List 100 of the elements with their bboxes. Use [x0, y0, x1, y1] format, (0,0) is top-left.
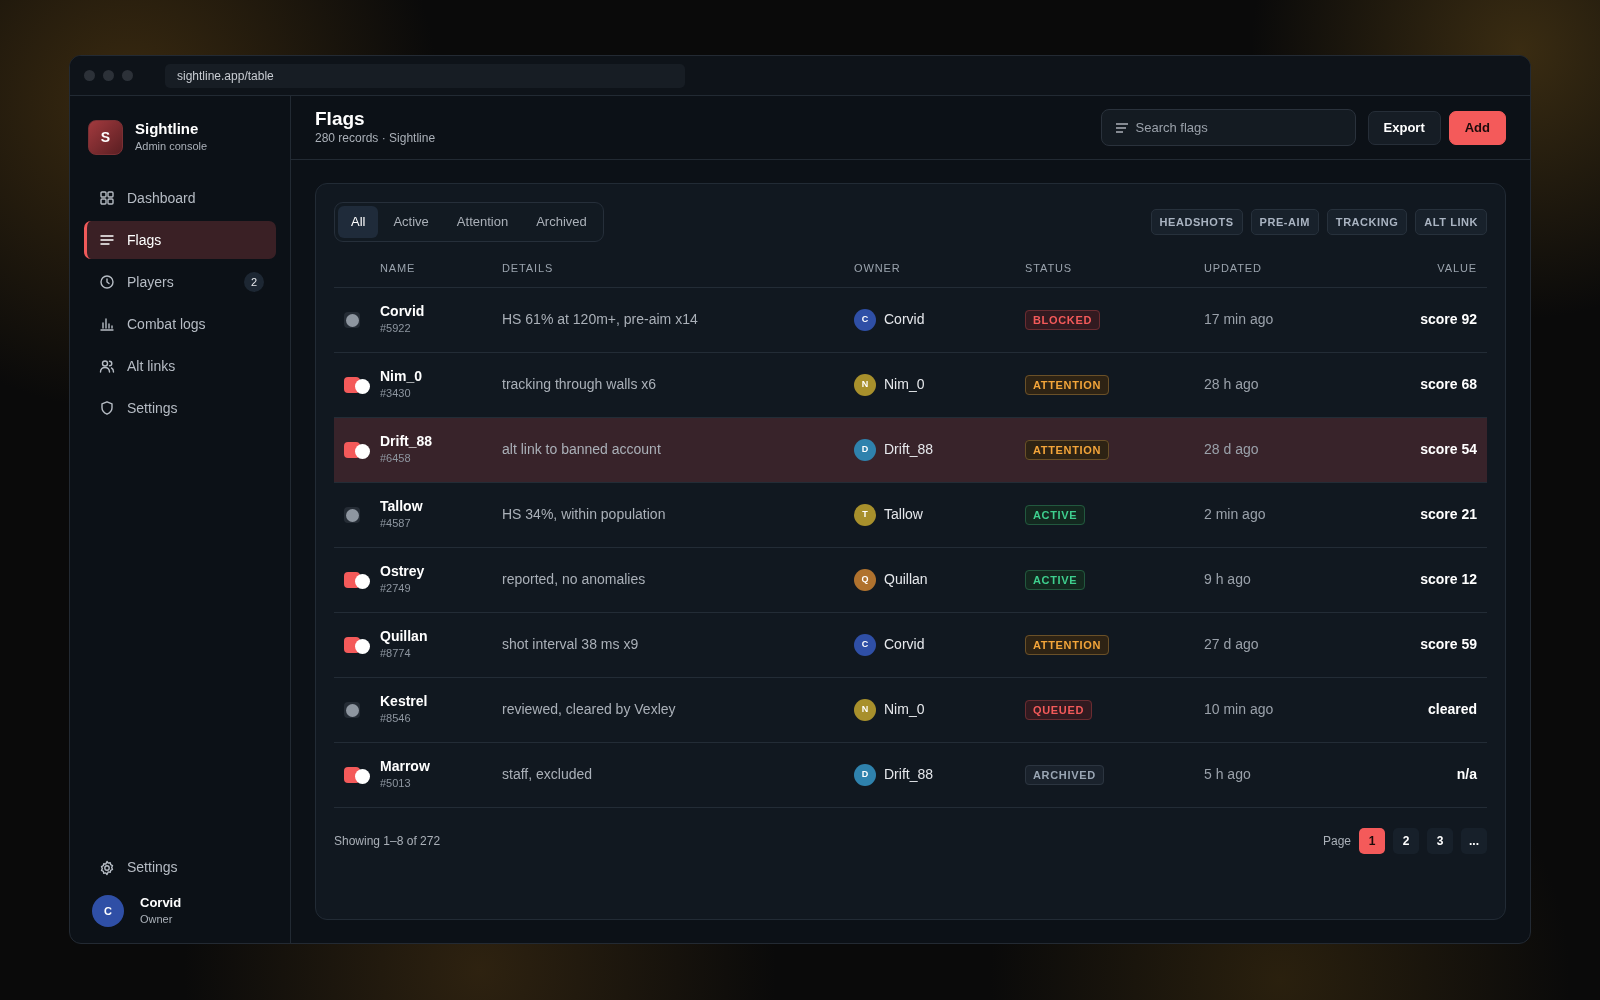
player-name: Tallow — [380, 497, 424, 515]
filter-tag[interactable]: HEADSHOTS — [1150, 208, 1243, 235]
flag-details: reviewed, cleared by Vexley — [502, 701, 676, 717]
flag-details: HS 34%, within population — [502, 506, 666, 522]
owner-avatar: C — [854, 633, 876, 656]
nav-item[interactable]: Settings — [84, 389, 276, 427]
brand-name: Sightline — [135, 120, 200, 139]
bar-chart-icon — [99, 316, 115, 332]
flag-details: alt link to banned account — [502, 441, 661, 457]
value-text: score 68 — [1420, 376, 1477, 392]
toggle-switch[interactable] — [344, 375, 370, 394]
owner-avatar: D — [854, 438, 876, 461]
value-text: n/a — [1456, 766, 1477, 782]
player-id: #8546 — [380, 711, 412, 726]
flag-details: tracking through walls x6 — [502, 376, 657, 392]
action-button[interactable]: Export — [1367, 110, 1441, 145]
status-badge: ACTIVE — [1025, 505, 1086, 525]
player-id: #5922 — [380, 321, 412, 336]
nav-item[interactable]: Dashboard — [84, 179, 276, 217]
nav-item[interactable]: Players 2 — [84, 263, 276, 301]
column-header: UPDATED — [1204, 260, 1263, 276]
owner-avatar: N — [854, 698, 876, 721]
flag-details: shot interval 38 ms x9 — [502, 636, 639, 652]
player-id: #3430 — [380, 386, 412, 401]
updated-time: 27 d ago — [1204, 636, 1259, 652]
column-header: DETAILS — [502, 260, 555, 276]
flag-details: staff, excluded — [502, 766, 593, 782]
toggle-switch[interactable] — [344, 570, 370, 589]
player-name: Corvid — [380, 302, 426, 320]
user-role: Owner — [140, 911, 174, 927]
table-row[interactable]: Marrow #5013 staff, excluded D Drift_88 ARCHIVED 5 h ago n/a — [334, 742, 1487, 808]
value-text: score 12 — [1420, 571, 1477, 587]
value-text: score 92 — [1420, 311, 1477, 327]
filter-tab[interactable]: Attention — [443, 206, 522, 238]
table-row[interactable]: Ostrey #2749 reported, no anomalies Q Quillan ACTIVE 9 h ago score 12 — [334, 547, 1487, 613]
status-badge: BLOCKED — [1025, 310, 1100, 330]
player-name: Nim_0 — [380, 367, 424, 385]
clock-icon — [99, 274, 115, 290]
table-row[interactable]: Kestrel #8546 reviewed, cleared by Vexley N Nim_0 QUEUED 10 min ago cleared — [334, 677, 1487, 743]
filter-tag[interactable]: TRACKING — [1326, 208, 1408, 235]
search-field[interactable]: Search flags — [1100, 109, 1356, 146]
player-id: #6458 — [380, 451, 412, 466]
status-badge: ATTENTION — [1025, 440, 1110, 460]
window-dot[interactable] — [122, 70, 133, 81]
column-header: OWNER — [854, 260, 902, 276]
table-row[interactable]: Tallow #4587 HS 34%, within population T Tallow ACTIVE 2 min ago score 21 — [334, 482, 1487, 548]
value-text: cleared — [1427, 701, 1477, 717]
lines-icon — [99, 232, 115, 248]
brand-subtitle: Admin console — [135, 139, 208, 155]
page-button[interactable]: 3 — [1427, 827, 1453, 854]
page-button[interactable]: 2 — [1393, 827, 1419, 854]
nav-item[interactable]: Alt links — [84, 347, 276, 385]
nav-item[interactable]: Flags — [84, 221, 276, 259]
table-row[interactable]: Corvid #5922 HS 61% at 120m+, pre-aim x14 C Corvid BLOCKED 17 min ago score 92 — [334, 287, 1487, 353]
column-header: VALUE — [1436, 260, 1478, 276]
table-row[interactable]: Nim_0 #3430 tracking through walls x6 N Nim_0 ATTENTION 28 h ago score 68 — [334, 352, 1487, 418]
page-label: Page — [1322, 832, 1351, 850]
updated-time: 28 h ago — [1204, 376, 1259, 392]
updated-time: 17 min ago — [1204, 311, 1274, 327]
settings-link[interactable]: Settings — [84, 848, 276, 887]
action-button[interactable]: Add — [1448, 110, 1506, 145]
nav-item[interactable]: Combat logs — [84, 305, 276, 343]
owner-name: Nim_0 — [884, 375, 925, 394]
updated-time: 28 d ago — [1204, 441, 1259, 457]
toggle-switch[interactable] — [344, 635, 370, 654]
page-title: Flags — [315, 107, 366, 130]
user-avatar[interactable]: C — [92, 894, 124, 927]
user-name: Corvid — [140, 894, 182, 911]
owner-name: Drift_88 — [884, 440, 934, 459]
page-button[interactable]: 1 — [1359, 827, 1385, 854]
window-dot[interactable] — [84, 70, 95, 81]
player-name: Quillan — [380, 627, 429, 645]
flag-details: HS 61% at 120m+, pre-aim x14 — [502, 311, 698, 327]
brand-logo: S — [88, 120, 123, 155]
filter-tab[interactable]: Active — [380, 206, 442, 238]
player-id: #5013 — [380, 776, 412, 791]
filter-tab[interactable]: Archived — [523, 206, 600, 238]
owner-name: Tallow — [884, 505, 923, 524]
page-button[interactable]: ... — [1461, 827, 1487, 854]
toggle-switch[interactable] — [344, 765, 370, 784]
owner-avatar: D — [854, 763, 876, 786]
player-id: #2749 — [380, 581, 412, 596]
owner-avatar: T — [854, 503, 876, 526]
filter-tag[interactable]: PRE-AIM — [1250, 208, 1319, 235]
value-text: score 21 — [1420, 506, 1477, 522]
table-row[interactable]: Drift_88 #6458 alt link to banned account D Drift_88 ATTENTION 28 d ago score 54 — [334, 417, 1487, 483]
window-dot[interactable] — [103, 70, 114, 81]
player-id: #8774 — [380, 646, 412, 661]
owner-name: Corvid — [884, 310, 925, 329]
owner-name: Corvid — [884, 635, 925, 654]
count-badge: 2 — [243, 271, 264, 293]
updated-time: 10 min ago — [1204, 701, 1274, 717]
filter-tab[interactable]: All — [338, 206, 379, 238]
address-bar[interactable]: sightline.app/table — [165, 63, 685, 88]
toggle-switch[interactable] — [344, 440, 370, 459]
filter-tag[interactable]: ALT LINK — [1415, 208, 1487, 235]
table-row[interactable]: Quillan #8774 shot interval 38 ms x9 C Corvid ATTENTION 27 d ago score 59 — [334, 612, 1487, 678]
status-badge: ATTENTION — [1025, 375, 1110, 395]
updated-time: 5 h ago — [1204, 766, 1251, 782]
flag-details: reported, no anomalies — [502, 571, 646, 587]
